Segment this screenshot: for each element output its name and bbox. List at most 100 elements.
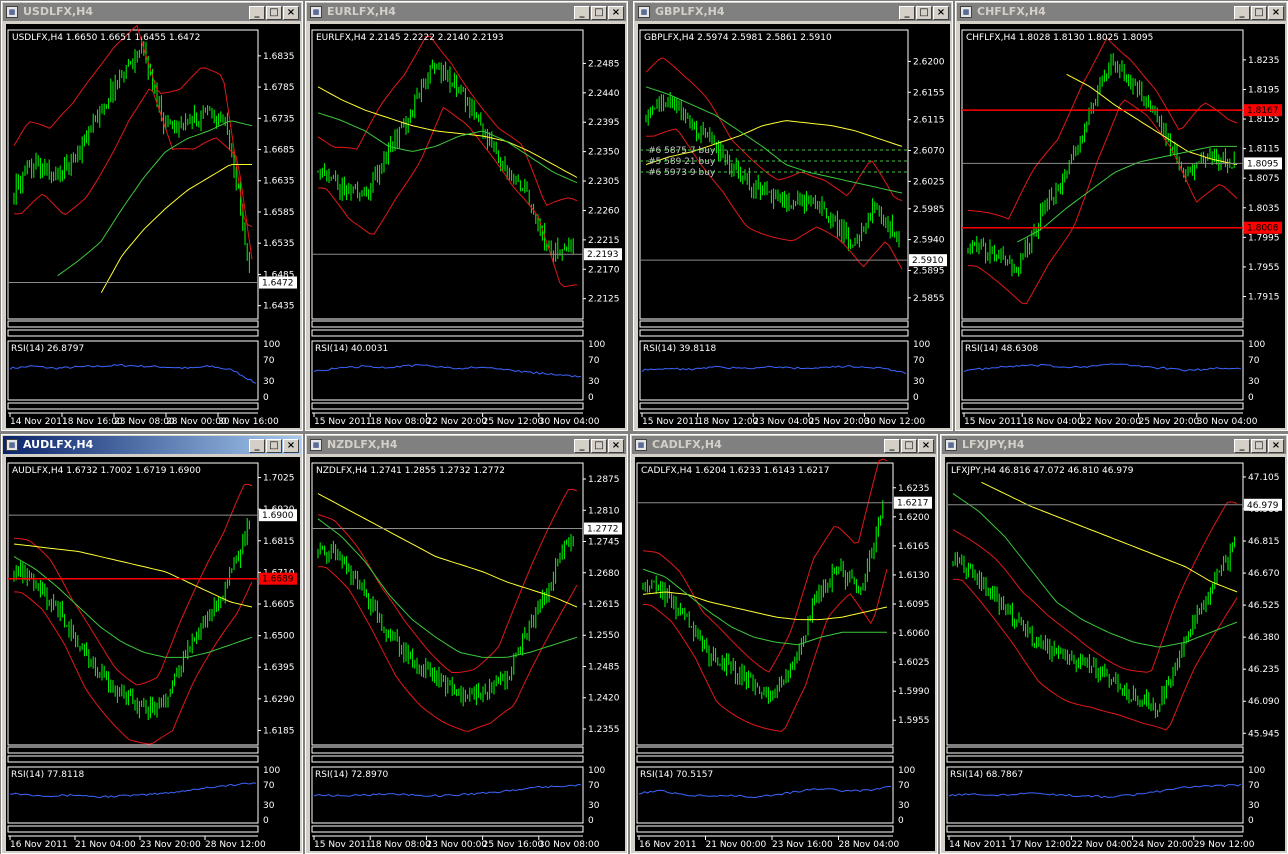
window-titlebar[interactable]: ▦ GBPLFX,H4 _ □ × — [635, 3, 951, 21]
current-price-label: 1.6472 — [262, 279, 294, 289]
rsi-line — [313, 364, 582, 378]
price-tick-label: 1.2355 — [588, 725, 620, 735]
price-tick-label: 1.8035 — [1248, 204, 1280, 214]
rsi-tick-label: 70 — [1248, 356, 1260, 366]
window-titlebar[interactable]: ▦ NZDLFX,H4 _ □ × — [307, 436, 626, 454]
maximize-button[interactable]: □ — [591, 439, 607, 453]
chart-window-cadlfx[interactable]: ▦ CADLFX,H4 _ □ × 1.6235 1.6200 1.6165 1.6130 1.6… — [630, 434, 938, 854]
indicator-strip — [311, 825, 584, 833]
close-button[interactable]: × — [933, 6, 949, 20]
minimize-button[interactable]: _ — [884, 439, 900, 453]
rsi-tick-label: 70 — [913, 356, 925, 366]
chart-window-gbplfx[interactable]: ▦ GBPLFX,H4 _ □ × 2.6200 2.6155 2.6115 2.6070 2.6… — [633, 1, 953, 431]
close-button[interactable]: × — [283, 439, 299, 453]
time-tick-label: 23 Nov 04:00 — [753, 417, 814, 427]
time-tick-label: 30 Nov 16:00 — [218, 417, 279, 427]
time-tick-label: 22 Nov 04:00 — [1071, 840, 1132, 850]
chart-area[interactable]: 1.8235 1.8195 1.8155 1.8115 1.8075 1.8035 1.79… — [960, 24, 1285, 428]
price-chart-svg[interactable]: 1.6835 1.6785 1.6735 1.6685 1.6635 1.6585 1.65… — [6, 24, 300, 428]
chart-window-audlfx[interactable]: ▦AUDLFX,H4_□×1.70251.69201.68151.67101.6… — [1, 434, 303, 854]
price-tick-label: 1.7995 — [1248, 233, 1280, 243]
price-tick-label: 1.2485 — [588, 662, 620, 672]
window-titlebar[interactable]: ▦ EURLFX,H4 _ □ × — [307, 3, 626, 21]
close-button[interactable]: × — [1268, 6, 1284, 20]
chart-window-eurlfx[interactable]: ▦ EURLFX,H4 _ □ × 2.2485 2.2440 2.2395 2.2350 2.2… — [305, 1, 628, 431]
time-tick-label: 17 Nov 12:00 — [1010, 840, 1071, 850]
minimize-button[interactable]: _ — [899, 6, 915, 20]
chart-area[interactable]: 1.70251.69201.68151.67101.66051.65001.63… — [6, 457, 300, 851]
maximize-button[interactable]: □ — [1251, 6, 1267, 20]
price-tick-label: 1.6060 — [898, 629, 930, 639]
chart-window-nzdlfx[interactable]: ▦ NZDLFX,H4 _ □ × 1.2875 1.2810 1.2745 1.2680 1.2… — [305, 434, 628, 854]
chart-window-lfxjpy[interactable]: ▦LFXJPY,H4_□× 47.10546.96046.81546.67046.… — [940, 434, 1288, 854]
main-plot-frame — [7, 29, 259, 320]
window-titlebar[interactable]: ▦ AUDLFX,H4 _ □ × — [3, 436, 301, 454]
price-tick-label: 2.2215 — [588, 236, 620, 246]
time-tick-label: 15 Nov 2011 — [314, 840, 372, 850]
window-title: CHFLFX,H4 — [977, 5, 1046, 18]
symbol-info-label: AUDLFX,H4 1.6732 1.7002 1.6719 1.6900 — [12, 466, 201, 476]
price-tick-label: 1.6290 — [263, 695, 295, 705]
price-tick-label: 1.6185 — [263, 726, 295, 736]
price-tick-label: 1.2680 — [588, 569, 620, 579]
price-tick-label: 1.6435 — [263, 302, 295, 312]
rsi-tick-label: 0 — [588, 393, 594, 403]
price-chart-svg[interactable]: 1.70251.69201.68151.67101.66051.65001.63… — [6, 457, 300, 851]
close-button[interactable]: × — [1268, 439, 1284, 453]
price-tick-label: 1.6130 — [898, 571, 930, 581]
chart-area[interactable]: 1.6835 1.6785 1.6735 1.6685 1.6635 1.6585 1.65… — [6, 24, 300, 428]
rsi-tick-label: 30 — [1248, 801, 1260, 811]
maximize-button[interactable]: □ — [1251, 439, 1267, 453]
price-chart-svg[interactable]: 1.6235 1.6200 1.6165 1.6130 1.6095 1.6060 1.60… — [635, 457, 935, 851]
time-tick-label: 18 Nov 08:00 — [370, 417, 431, 427]
price-tick-label: 1.7025 — [263, 474, 295, 484]
maximize-button[interactable]: □ — [266, 439, 282, 453]
bollinger-lower-line — [317, 106, 578, 288]
chart-window-usdlfx[interactable]: ▦ USDLFX,H4 _ □ × 1.6835 1.6785 1.6735 1.6685 1.6… — [1, 1, 303, 431]
minimize-button[interactable]: _ — [574, 439, 590, 453]
window-titlebar[interactable]: ▦ CHFLFX,H4 _ □ × — [957, 3, 1286, 21]
price-chart-svg[interactable]: 47.10546.96046.81546.67046.52546.38046.2… — [945, 457, 1285, 851]
minimize-button[interactable]: _ — [1234, 439, 1250, 453]
rsi-tick-label: 70 — [263, 781, 275, 791]
maximize-button[interactable]: □ — [266, 6, 282, 20]
chart-area[interactable]: 2.2485 2.2440 2.2395 2.2350 2.2305 2.2260 2.22… — [310, 24, 625, 428]
price-level-label: 1.8167 — [1247, 106, 1279, 116]
maximize-button[interactable]: □ — [901, 439, 917, 453]
rsi-label: RSI(14) 48.6308 — [965, 344, 1038, 354]
rsi-tick-label: 70 — [263, 356, 275, 366]
price-level-label: 1.6689 — [262, 575, 294, 585]
price-tick-label: 1.8235 — [1248, 56, 1280, 66]
maximize-button[interactable]: □ — [916, 6, 932, 20]
maximize-button[interactable]: □ — [591, 6, 607, 20]
chart-area[interactable]: 47.10546.96046.81546.67046.52546.38046.2… — [945, 457, 1285, 851]
chart-area[interactable]: 1.2875 1.2810 1.2745 1.2680 1.2615 1.2550 1.24… — [310, 457, 625, 851]
close-button[interactable]: × — [608, 6, 624, 20]
price-tick-label: 1.6095 — [898, 600, 930, 610]
window-titlebar[interactable]: ▦ LFXJPY,H4 _ □ × — [942, 436, 1286, 454]
price-chart-svg[interactable]: 2.2485 2.2440 2.2395 2.2350 2.2305 2.2260 2.22… — [310, 24, 625, 428]
price-chart-svg[interactable]: 2.6200 2.6155 2.6115 2.6070 2.6025 2.5985 2.59… — [638, 24, 950, 428]
minimize-button[interactable]: _ — [249, 6, 265, 20]
window-title: AUDLFX,H4 — [23, 438, 94, 451]
window-titlebar[interactable]: ▦ USDLFX,H4 _ □ × — [3, 3, 301, 21]
indicator-strip — [639, 320, 909, 328]
close-button[interactable]: × — [918, 439, 934, 453]
close-button[interactable]: × — [283, 6, 299, 20]
close-button[interactable]: × — [608, 439, 624, 453]
minimize-button[interactable]: _ — [1234, 6, 1250, 20]
price-chart-svg[interactable]: 1.2875 1.2810 1.2745 1.2680 1.2615 1.2550 1.24… — [310, 457, 625, 851]
indicator-strip — [311, 320, 584, 328]
time-tick-label: 14 Nov 2011 — [949, 840, 1007, 850]
price-tick-label: 2.6155 — [913, 88, 945, 98]
minimize-button[interactable]: _ — [249, 439, 265, 453]
chart-window-chflfx[interactable]: ▦ CHFLFX,H4 _ □ × 1.8235 1.8195 1.8155 1.8115 1.8… — [955, 1, 1288, 431]
price-chart-svg[interactable]: 1.8235 1.8195 1.8155 1.8115 1.8075 1.8035 1.79… — [960, 24, 1285, 428]
chart-area[interactable]: 1.6235 1.6200 1.6165 1.6130 1.6095 1.6060 1.60… — [635, 457, 935, 851]
moving-average-slow-line — [100, 164, 252, 294]
minimize-button[interactable]: _ — [574, 6, 590, 20]
rsi-tick-label: 100 — [588, 766, 605, 776]
window-titlebar[interactable]: ▦ CADLFX,H4 _ □ × — [632, 436, 936, 454]
chart-area[interactable]: 2.6200 2.6155 2.6115 2.6070 2.6025 2.5985 2.59… — [638, 24, 950, 428]
bollinger-upper-line — [967, 37, 1238, 220]
